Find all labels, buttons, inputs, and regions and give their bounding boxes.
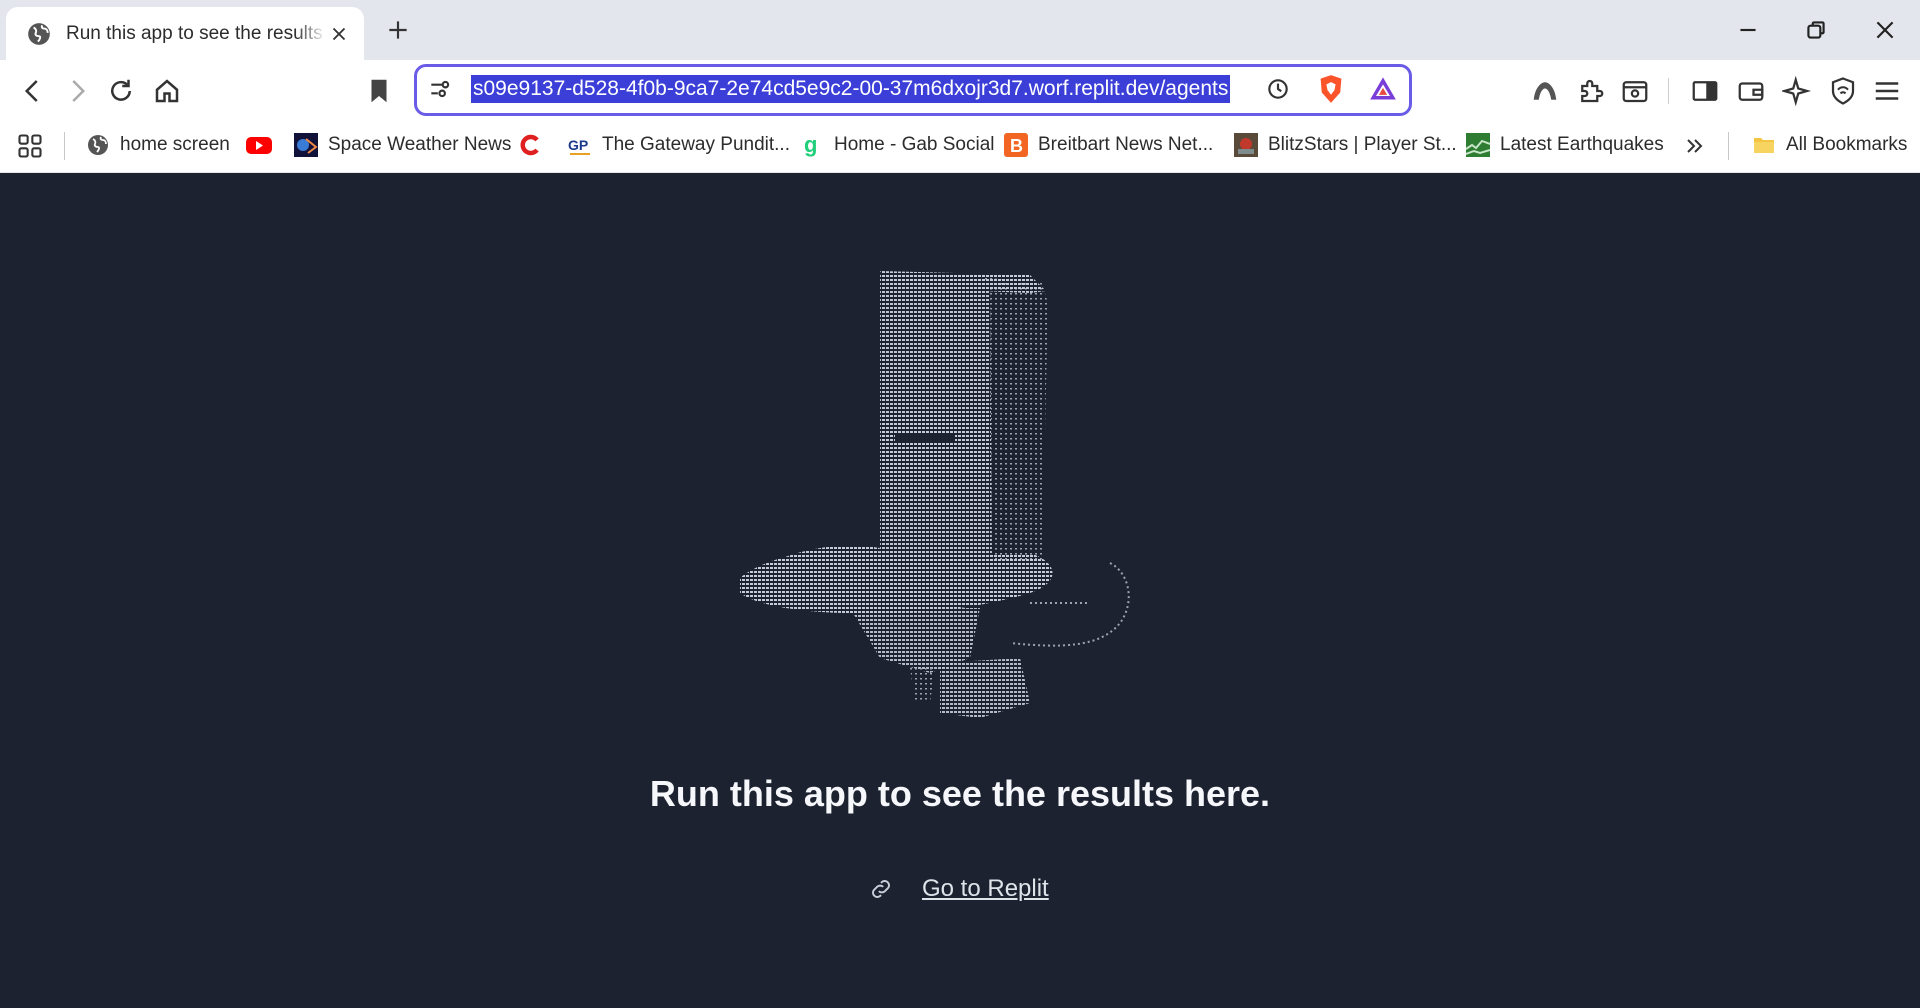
sidebar-icon[interactable] [1690,76,1720,106]
svg-text:B: B [1010,136,1023,156]
go-to-replit-label[interactable]: Go to Replit [922,875,1049,903]
restore-icon[interactable] [1803,17,1829,43]
tab-title: Run this app to see the results here. [66,22,326,44]
close-icon[interactable] [1872,17,1898,43]
bookmark-space-weather[interactable]: Space Weather News [294,130,511,160]
reader-mode-icon[interactable] [1620,76,1650,106]
bookmark-gab-social[interactable]: g Home - Gab Social [800,130,995,160]
home-icon[interactable] [152,76,182,106]
toolbar-divider [1668,78,1669,104]
page-content: Run this app to see the results here. Go… [0,173,1920,1008]
bookmarks-divider [1728,132,1729,160]
bookmark-label: Latest Earthquakes [1500,134,1664,155]
gab-icon: g [804,133,817,157]
extensions-icon[interactable] [1576,76,1606,106]
bookmark-breitbart[interactable]: B Breitbart News Net... [1004,130,1213,160]
bookmark-home-screen[interactable]: home screen [86,130,230,160]
tab-strip: Run this app to see the results here. [0,0,1920,60]
bookmark-label: Space Weather News [328,134,512,155]
bookmark-label: Home - Gab Social [834,134,995,155]
bookmark-label: The Gateway Pundit... [602,134,790,155]
close-tab-icon[interactable] [328,23,350,45]
back-icon[interactable] [18,76,48,106]
brave-shields-icon[interactable] [1317,74,1345,104]
space-weather-icon [294,133,318,157]
svg-text:GP: GP [568,137,588,153]
bookmarks-bar: home screen Space Weather News GP The Ga… [0,120,1920,173]
blitzstars-icon [1234,133,1258,157]
top-hat-ascii-illustration [740,271,1130,718]
gp-icon: GP [568,137,590,155]
bookmark-icon[interactable] [364,76,394,106]
page-title: Run this app to see the results here. [649,773,1271,814]
leo-ai-icon[interactable] [1530,76,1560,106]
go-to-replit-link[interactable]: Go to Replit [868,873,1049,905]
bookmarks-divider [64,132,65,160]
link-icon [872,880,890,898]
url-text[interactable]: s09e9137-d528-4f0b-9ca7-2e74cd5e9c2-00-3… [471,75,1231,103]
bookmark-blitzstars[interactable]: BlitzStars | Player St... [1234,130,1457,160]
youtube-icon [246,137,272,154]
bookmark-c-site[interactable] [518,130,542,160]
svg-text:g: g [804,133,817,157]
bookmark-label: home screen [120,134,230,155]
address-bar[interactable]: s09e9137-d528-4f0b-9ca7-2e74cd5e9c2-00-3… [414,64,1412,116]
site-settings-icon[interactable] [427,76,453,102]
globe-icon [88,135,108,155]
minimize-icon[interactable] [1735,17,1761,43]
brave-rewards-icon[interactable] [1369,75,1397,103]
earthquake-icon [1466,133,1490,157]
history-icon[interactable] [1265,76,1291,102]
bookmark-label: BlitzStars | Player St... [1268,134,1457,155]
bookmark-gateway-pundit[interactable]: GP The Gateway Pundit... [568,130,790,160]
breitbart-icon: B [1004,133,1028,157]
all-bookmarks-button[interactable]: All Bookmarks [1752,130,1907,160]
sparkle-icon[interactable] [1782,76,1812,106]
bookmark-youtube[interactable] [245,130,273,160]
wallet-icon[interactable] [1736,76,1766,106]
toolbar: s09e9137-d528-4f0b-9ca7-2e74cd5e9c2-00-3… [0,60,1920,120]
apps-grid-icon[interactable] [16,132,44,160]
all-bookmarks-label: All Bookmarks [1786,134,1908,155]
reload-icon[interactable] [106,76,136,106]
bookmark-latest-earthquakes[interactable]: Latest Earthquakes [1466,130,1664,160]
menu-icon[interactable] [1872,76,1902,106]
vpn-shield-icon[interactable] [1828,76,1858,106]
more-bookmarks-chevron-icon[interactable] [1683,134,1707,158]
globe-icon [28,22,50,45]
folder-icon [1754,138,1774,153]
forward-icon[interactable] [62,76,92,106]
c-logo-icon [520,134,539,156]
plus-icon[interactable] [385,17,411,43]
browser-tab[interactable]: Run this app to see the results here. [6,7,364,60]
bookmark-label: Breitbart News Net... [1038,134,1214,155]
